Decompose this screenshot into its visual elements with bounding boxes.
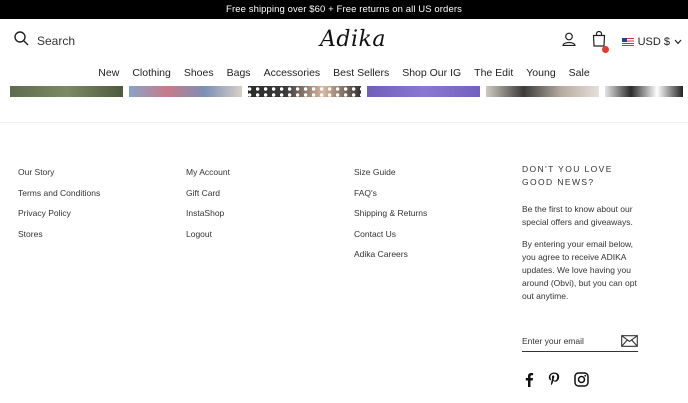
- footer-link-stores[interactable]: Stores: [18, 229, 100, 250]
- nav-item-shoes[interactable]: Shoes: [177, 64, 220, 82]
- newsletter-block: DON'T YOU LOVE GOOD NEWS? Be the first t…: [522, 163, 642, 303]
- flag-icon: [621, 37, 634, 46]
- nav-item-clothing[interactable]: Clothing: [126, 64, 178, 82]
- footer-col-help: Size Guide FAQ's Shipping & Returns Cont…: [354, 167, 427, 270]
- footer-link-shipping-returns[interactable]: Shipping & Returns: [354, 208, 427, 229]
- email-input[interactable]: [522, 336, 614, 346]
- search-label: Search: [37, 34, 76, 48]
- nav-item-sale[interactable]: Sale: [562, 64, 596, 82]
- site-logo[interactable]: Adika: [320, 27, 386, 52]
- nav-item-bags[interactable]: Bags: [220, 64, 257, 82]
- newsletter-title: DON'T YOU LOVE GOOD NEWS?: [522, 164, 613, 187]
- footer-link-logout[interactable]: Logout: [186, 229, 230, 250]
- announcement-text: Free shipping over $60 + Free returns on…: [226, 4, 462, 15]
- cart-icon[interactable]: [592, 30, 609, 53]
- ig-image[interactable]: [605, 86, 683, 97]
- announcement-bar: Free shipping over $60 + Free returns on…: [0, 0, 688, 19]
- footer-link-faqs[interactable]: FAQ's: [354, 188, 427, 209]
- nav-item-new[interactable]: New: [92, 64, 126, 82]
- nav-item-shop-our-ig[interactable]: Shop Our IG: [396, 64, 468, 82]
- site-header: Search Adika USD $: [0, 19, 688, 63]
- footer-link-instashop[interactable]: InstaShop: [186, 208, 230, 229]
- newsletter-disclaimer: By entering your email below, you agree …: [522, 239, 637, 301]
- instagram-image-strip: [0, 86, 688, 97]
- cart-badge: [601, 46, 609, 53]
- nav-item-young[interactable]: Young: [520, 64, 562, 82]
- chevron-down-icon: [674, 36, 682, 48]
- newsletter-form: [522, 331, 638, 352]
- footer-col-about: Our Story Terms and Conditions Privacy P…: [18, 167, 100, 249]
- account-icon[interactable]: [561, 32, 576, 51]
- footer-link-contact-us[interactable]: Contact Us: [354, 229, 427, 250]
- footer-link-my-account[interactable]: My Account: [186, 167, 230, 188]
- ig-image[interactable]: [248, 86, 361, 97]
- footer-col-account: My Account Gift Card InstaShop Logout: [186, 167, 230, 249]
- ig-image[interactable]: [129, 86, 242, 97]
- search-icon: [14, 31, 29, 51]
- footer-link-size-guide[interactable]: Size Guide: [354, 167, 427, 188]
- main-nav: New Clothing Shoes Bags Accessories Best…: [0, 64, 688, 82]
- nav-item-best-sellers[interactable]: Best Sellers: [327, 64, 396, 82]
- ig-image[interactable]: [367, 86, 480, 97]
- ig-image[interactable]: [10, 86, 123, 97]
- instagram-icon[interactable]: [574, 372, 589, 387]
- footer-link-privacy[interactable]: Privacy Policy: [18, 208, 100, 229]
- footer-link-gift-card[interactable]: Gift Card: [186, 188, 230, 209]
- pinterest-icon[interactable]: [548, 372, 560, 387]
- nav-item-the-edit[interactable]: The Edit: [468, 64, 520, 82]
- footer-link-our-story[interactable]: Our Story: [18, 167, 100, 188]
- facebook-icon[interactable]: [524, 372, 534, 387]
- newsletter-text: Be the first to know about our special o…: [522, 204, 633, 227]
- ig-image[interactable]: [486, 86, 599, 97]
- currency-label: USD $: [637, 35, 670, 48]
- footer-link-careers[interactable]: Adika Careers: [354, 249, 427, 270]
- social-links: [524, 372, 589, 387]
- envelope-icon[interactable]: [621, 334, 638, 352]
- currency-selector[interactable]: USD $: [621, 35, 682, 48]
- footer-divider: [0, 122, 688, 123]
- search-button[interactable]: Search: [14, 31, 75, 51]
- footer-link-terms[interactable]: Terms and Conditions: [18, 188, 100, 209]
- nav-item-accessories[interactable]: Accessories: [257, 64, 327, 82]
